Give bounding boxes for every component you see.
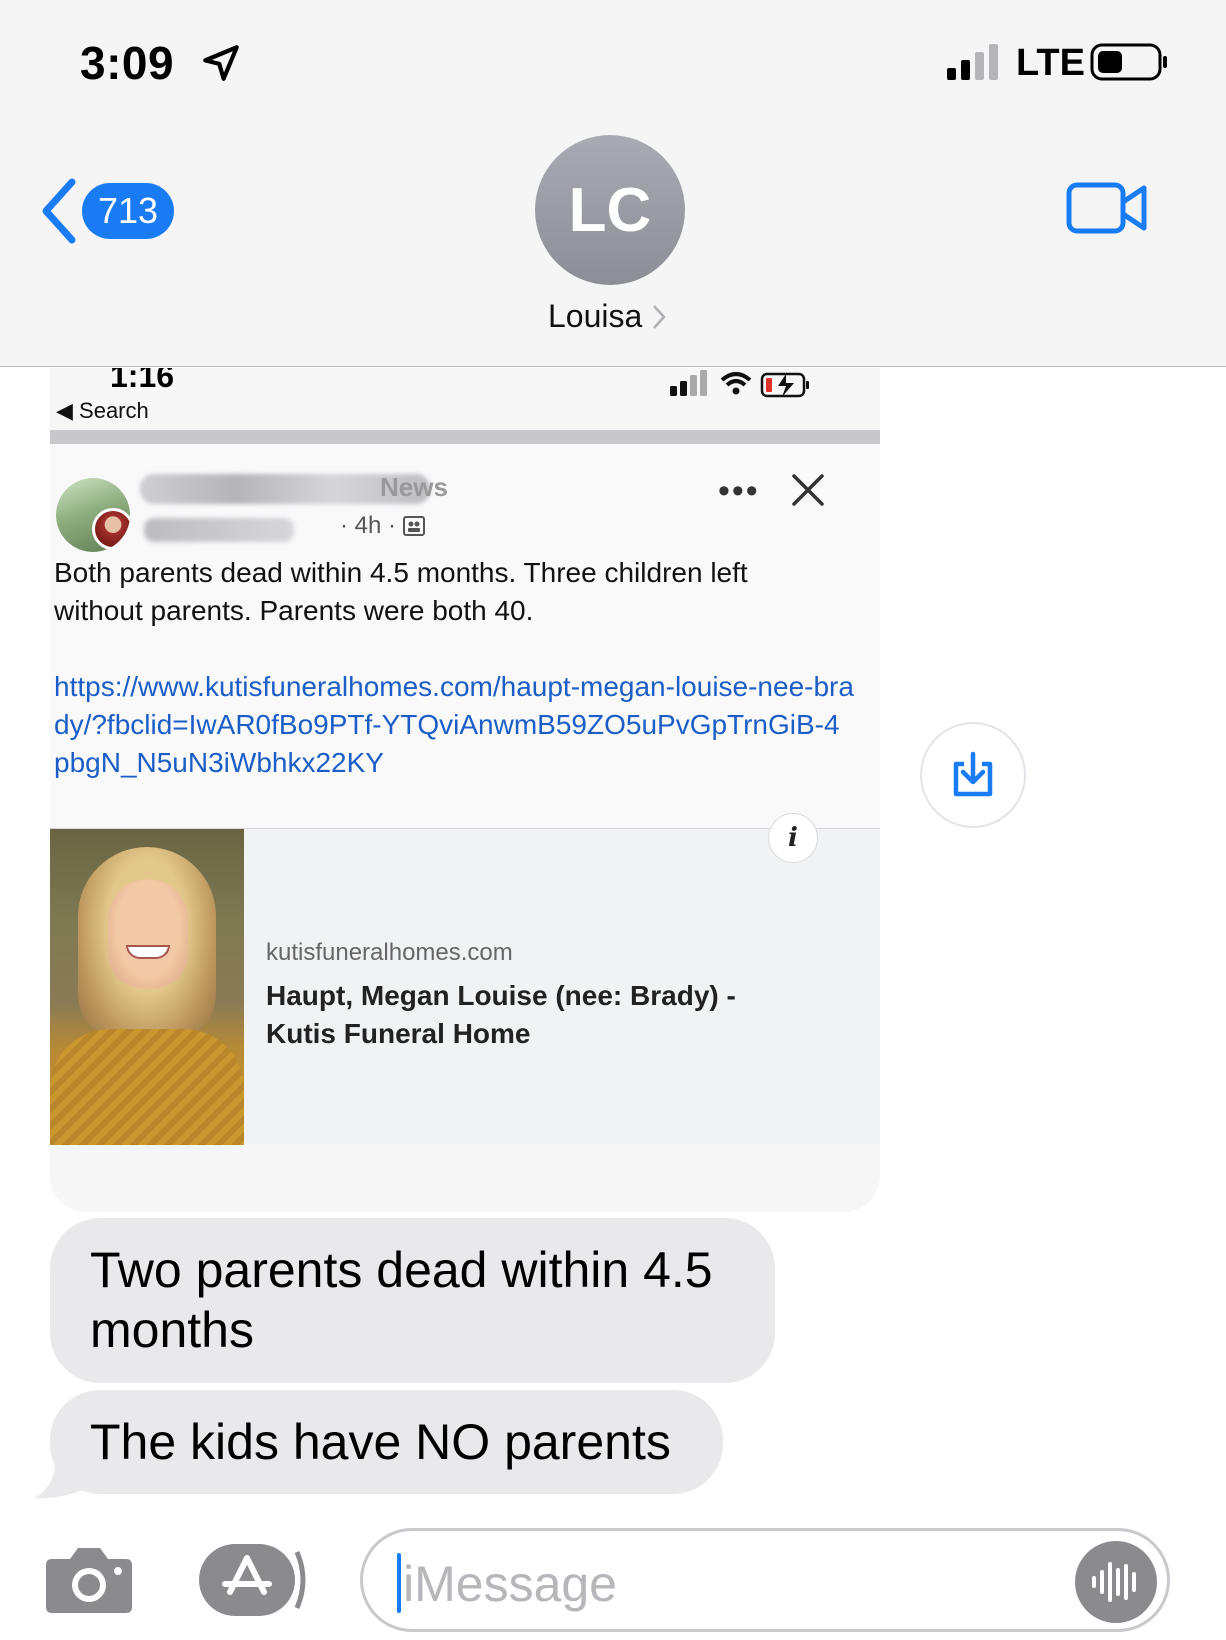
save-share-button[interactable] <box>920 722 1026 828</box>
screenshot-back-search: ◀ Search <box>56 398 149 423</box>
link-preview-domain: kutisfuneralhomes.com <box>266 939 513 966</box>
page-name-suffix: News <box>380 472 448 502</box>
audio-message-button[interactable] <box>1075 1541 1157 1623</box>
battery-icon <box>1090 43 1167 81</box>
close-icon <box>792 474 824 506</box>
screenshot-status-icons <box>670 370 809 398</box>
post: News · 4h · ••• Both parents dead within… <box>50 444 880 864</box>
link-preview-photo <box>50 829 244 1145</box>
waveform-icon <box>1092 1562 1136 1602</box>
network-type: LTE <box>1016 42 1085 84</box>
received-message-bubble[interactable]: The kids have NO parents <box>50 1390 723 1494</box>
unread-count-badge: 713 <box>82 183 175 239</box>
contact-name: Louisa <box>548 298 643 334</box>
contact-name-button[interactable]: Louisa <box>548 298 666 335</box>
received-message-bubble[interactable]: Two parents dead within 4.5 months <box>50 1218 775 1383</box>
shared-screenshot-image[interactable]: 1:16 ◀ Search News · 4h · ••• Both paren… <box>50 368 880 1212</box>
cellular-signal-icon <box>947 44 998 80</box>
input-placeholder: iMessage <box>403 1556 617 1612</box>
conversation-header: 3:09 LTE 713 LC Louisa <box>0 0 1226 367</box>
download-share-icon <box>953 751 993 797</box>
post-link: https://www.kutisfuneralhomes.com/haupt-… <box>54 671 854 778</box>
post-text: Both parents dead within 4.5 months. Thr… <box>54 557 748 626</box>
imessage-input[interactable]: iMessage <box>360 1528 1170 1632</box>
link-preview-card: i kutisfuneralhomes.com Haupt, Megan Lou… <box>50 813 880 1145</box>
status-time: 3:09 <box>80 37 175 89</box>
back-button[interactable]: 713 <box>38 176 178 246</box>
text-cursor <box>397 1553 401 1613</box>
post-meta: · 4h · <box>340 512 426 540</box>
screenshot-time: 1:16 <box>110 368 175 394</box>
chevron-left-icon <box>42 178 76 244</box>
chevron-right-icon <box>653 304 666 329</box>
screenshot-status-bar: 1:16 ◀ Search <box>50 368 880 428</box>
contact-avatar[interactable]: LC <box>535 135 685 285</box>
video-call-icon[interactable] <box>1066 180 1148 236</box>
link-preview-title: Haupt, Megan Louise (nee: Brady) - Kutis… <box>266 980 736 1049</box>
group-icon <box>403 516 426 536</box>
location-arrow-icon <box>203 45 239 81</box>
page-avatar <box>56 478 130 552</box>
more-options-icon: ••• <box>718 472 760 510</box>
screenshot-divider <box>50 430 880 444</box>
camera-icon[interactable] <box>44 1545 134 1615</box>
author-avatar <box>92 508 130 550</box>
author-name-redacted <box>144 518 294 542</box>
post-time: · 4h · <box>340 512 397 539</box>
info-icon: i <box>768 813 818 863</box>
app-store-icon[interactable] <box>197 1540 309 1620</box>
